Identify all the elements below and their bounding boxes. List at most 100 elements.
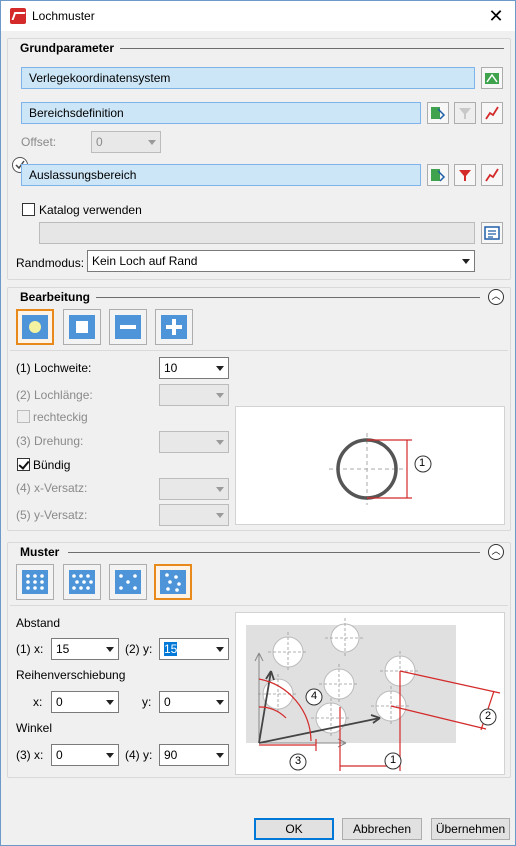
- tool-square-hole-button[interactable]: [63, 309, 101, 345]
- lochlaenge-select[interactable]: [159, 384, 229, 406]
- tool-round-hole-button[interactable]: [16, 309, 54, 345]
- lochweite-label: (1) Lochweite:: [16, 361, 92, 375]
- yversatz-select[interactable]: [159, 504, 229, 526]
- grid-pattern-icon: [22, 570, 48, 594]
- title-bar: Lochmuster ✕: [1, 1, 515, 31]
- rechteckig-label: rechteckig: [33, 410, 88, 424]
- skew-pattern-icon: [160, 570, 186, 594]
- yversatz-label: (5) y-Versatz:: [16, 508, 88, 522]
- ry-label: y:: [142, 695, 152, 709]
- dialog-window: Lochmuster ✕ Grundparameter Verlegekoord…: [0, 0, 516, 846]
- round-hole-icon: [22, 315, 48, 339]
- ok-button[interactable]: OK: [254, 818, 334, 840]
- winkel-x-value: 0: [56, 748, 63, 762]
- tool-add-button[interactable]: [155, 309, 193, 345]
- tool-remove-button[interactable]: [109, 309, 147, 345]
- exclusion-polyline-icon[interactable]: [481, 164, 503, 186]
- reihen-y-select[interactable]: 0: [159, 691, 229, 713]
- minus-icon: [115, 315, 141, 339]
- panel-title: Grundparameter: [20, 41, 115, 55]
- divider: [10, 605, 508, 606]
- abstand-y-select[interactable]: 15: [159, 638, 229, 660]
- reihen-x-value: 0: [56, 695, 63, 709]
- bereichsdefinition-button[interactable]: Bereichsdefinition: [21, 102, 421, 124]
- reihen-y-value: 0: [164, 695, 171, 709]
- pattern-skew-button[interactable]: [154, 564, 192, 600]
- x1-label: (1) x:: [16, 642, 44, 656]
- winkel-y-value: 90: [164, 748, 178, 762]
- pattern-diagonal-button[interactable]: [109, 564, 147, 600]
- pattern-grid-button[interactable]: [16, 564, 54, 600]
- panel-bearbeitung: Bearbeitung ︿ (1) Lochweite: 10 (2) Loch…: [7, 287, 511, 531]
- buendig-checkbox[interactable]: [17, 458, 30, 471]
- chevron-down-icon: [216, 440, 224, 445]
- lochweite-value: 10: [164, 361, 178, 375]
- panel-title: Muster: [20, 545, 60, 559]
- randmodus-value: Kein Loch auf Rand: [92, 254, 198, 268]
- close-button[interactable]: ✕: [481, 2, 511, 30]
- randmodus-select[interactable]: Kein Loch auf Rand: [87, 250, 475, 272]
- wy-label: (4) y:: [125, 748, 153, 762]
- polyline-icon[interactable]: [481, 102, 503, 124]
- katalog-checkbox[interactable]: [22, 203, 35, 216]
- pattern-offset-button[interactable]: [63, 564, 101, 600]
- cancel-button[interactable]: Abbrechen: [342, 818, 422, 840]
- coordinate-pick-icon[interactable]: [481, 67, 503, 89]
- offset-value: 0: [96, 135, 103, 149]
- winkel-x-select[interactable]: 0: [51, 744, 119, 766]
- panel-muster: Muster ︿ Abstand (1) x: 15 (2) y: 15 Rei…: [7, 542, 511, 778]
- offset-select[interactable]: 0: [91, 131, 161, 153]
- winkel-y-select[interactable]: 90: [159, 744, 229, 766]
- collapse-chevron-icon[interactable]: ︿: [488, 289, 504, 305]
- pattern-marker-1: 1: [390, 754, 397, 766]
- abstand-x-select[interactable]: 15: [51, 638, 119, 660]
- window-title: Lochmuster: [32, 9, 95, 23]
- apply-button[interactable]: Übernehmen: [431, 818, 510, 840]
- pattern-marker-2: 2: [485, 710, 492, 722]
- chevron-down-icon: [216, 700, 224, 705]
- chevron-down-icon: [106, 647, 114, 652]
- catalog-browse-icon[interactable]: [481, 222, 503, 244]
- app-logo-icon: [10, 8, 26, 24]
- pattern-marker-3: 3: [295, 755, 302, 767]
- rechteckig-checkbox[interactable]: [17, 410, 30, 423]
- exclusion-filter-icon[interactable]: [454, 164, 476, 186]
- panel-header: Muster ︿: [8, 543, 510, 561]
- chevron-down-icon: [216, 513, 224, 518]
- preview-marker-label: 1: [419, 457, 426, 469]
- pattern-marker-4: 4: [311, 690, 318, 702]
- verlegekoordinatensystem-button[interactable]: Verlegekoordinatensystem: [21, 67, 475, 89]
- lochweite-select[interactable]: 10: [159, 357, 229, 379]
- rx-label: x:: [33, 695, 43, 709]
- divider: [10, 350, 508, 351]
- exclusion-pick-icon[interactable]: [427, 164, 449, 186]
- chevron-down-icon: [216, 753, 224, 758]
- offset-label: Offset:: [21, 135, 57, 149]
- y2-label: (2) y:: [125, 642, 153, 656]
- chevron-down-icon: [106, 700, 114, 705]
- katalog-field: [39, 222, 475, 244]
- abstand-x-value: 15: [56, 642, 70, 656]
- area-pick-icon[interactable]: [427, 102, 449, 124]
- xversatz-select[interactable]: [159, 478, 229, 500]
- panel-divider: [96, 297, 480, 298]
- chevron-down-icon: [106, 753, 114, 758]
- diagonal-pattern-icon: [115, 570, 141, 594]
- chevron-down-icon: [462, 259, 470, 264]
- reihen-x-select[interactable]: 0: [51, 691, 119, 713]
- chevron-down-icon: [216, 647, 224, 652]
- panel-header: Grundparameter: [8, 39, 510, 57]
- auslassungsbereich-button[interactable]: Auslassungsbereich: [21, 164, 421, 186]
- wx-label: (3) x:: [16, 748, 44, 762]
- randmodus-label: Randmodus:: [16, 256, 85, 270]
- filter-icon[interactable]: [454, 102, 476, 124]
- panel-header: Bearbeitung ︿: [8, 288, 510, 306]
- panel-divider: [68, 552, 480, 553]
- katalog-label: Katalog verwenden: [39, 203, 142, 217]
- panel-title: Bearbeitung: [20, 290, 91, 304]
- drehung-select[interactable]: [159, 431, 229, 453]
- collapse-chevron-icon[interactable]: ︿: [488, 544, 504, 560]
- lochlaenge-label: (2) Lochlänge:: [16, 388, 93, 402]
- xversatz-label: (4) x-Versatz:: [16, 481, 88, 495]
- hole-preview: 1: [235, 406, 505, 525]
